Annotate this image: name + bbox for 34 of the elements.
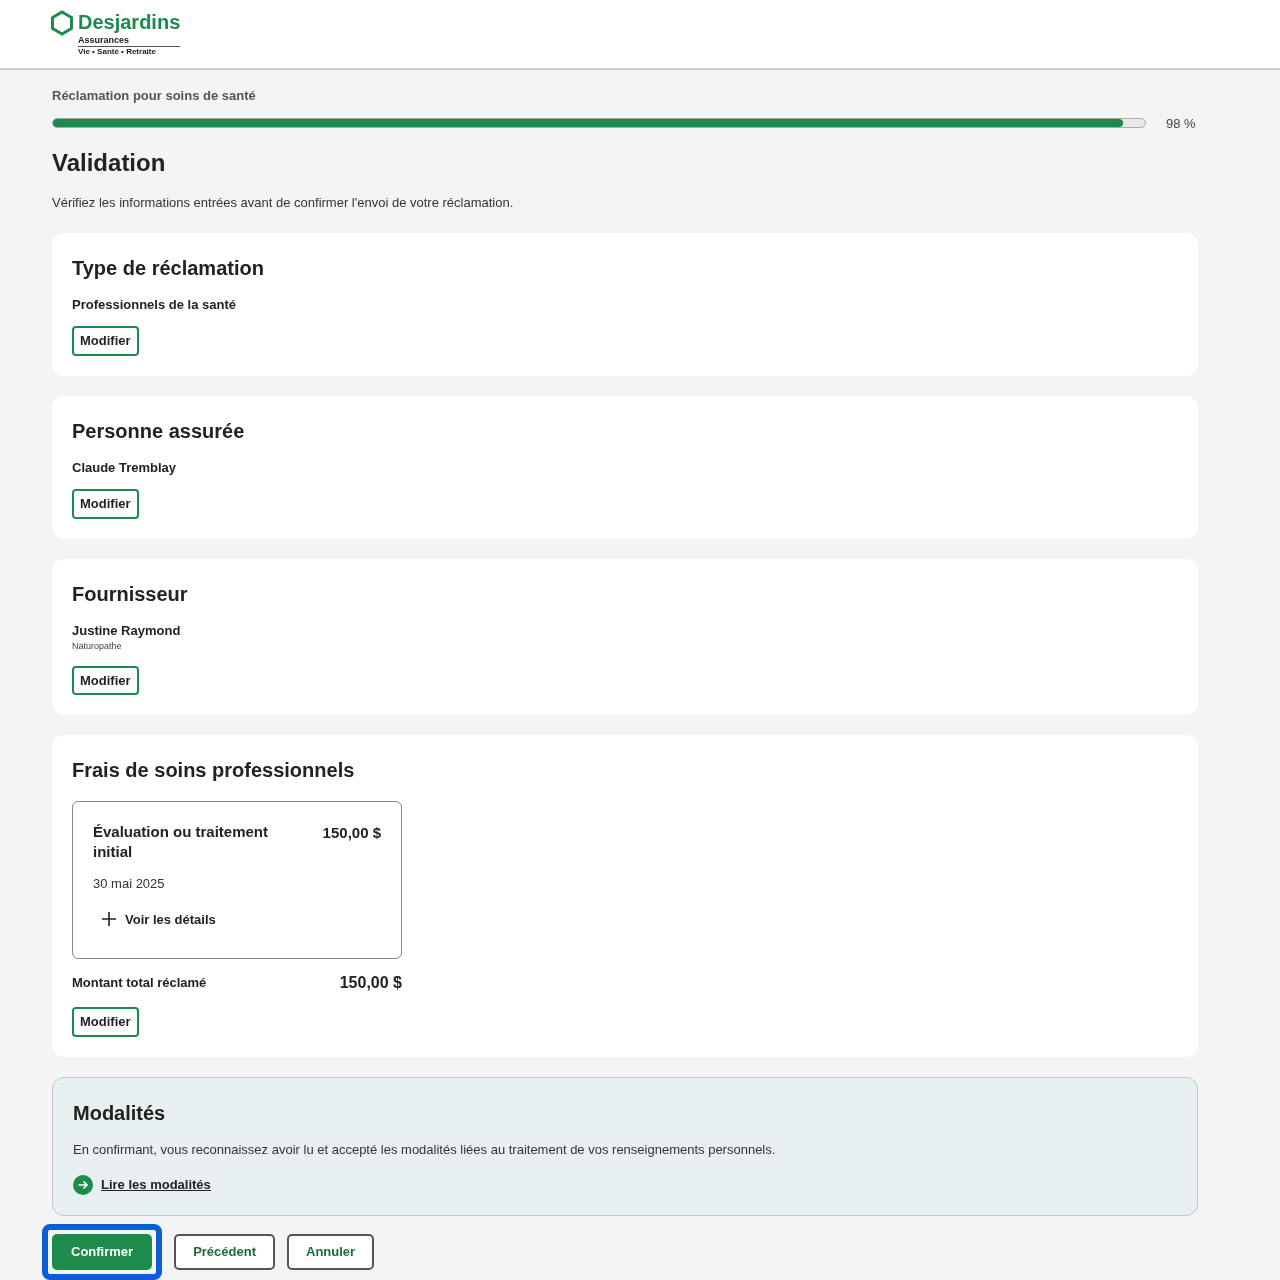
terms-text: En confirmant, vous reconnaissez avoir lu et accepté les modalités liées au traitement de vos renseignements personnels. <box>73 1140 777 1159</box>
section-title: Personne assurée <box>72 418 246 444</box>
section-title: Type de réclamation <box>72 255 265 281</box>
plus-icon <box>101 911 117 928</box>
section-value: Justine Raymond <box>72 621 182 640</box>
fee-name: Évaluation ou traitement initial <box>93 822 270 862</box>
confirm-button[interactable]: Confirmer <box>52 1234 153 1270</box>
progress-reading: 98 % <box>1166 114 1196 133</box>
action-button[interactable]: Annuler <box>287 1234 375 1270</box>
details-link[interactable]: Voir les détails <box>101 909 216 929</box>
arrow-right-icon <box>73 1175 93 1195</box>
total-label: Montant total réclamé <box>72 974 207 993</box>
total-amount: 150,00 $ <box>339 973 402 993</box>
logo-subtitle: Assurances <box>78 34 181 47</box>
logo-icon <box>50 10 74 36</box>
modify-button[interactable]: Modifier <box>72 1007 139 1037</box>
action-button[interactable]: Précédent <box>174 1234 275 1270</box>
section-subvalue: Naturopathe <box>72 640 123 653</box>
section-value: Professionnels de la santé <box>72 295 237 314</box>
modify-button[interactable]: Modifier <box>72 489 139 519</box>
fee-amount: 150,00 $ <box>322 823 381 843</box>
modify-button[interactable]: Modifier <box>72 665 139 695</box>
logo-tagline: Vie • Santé • Retraite <box>78 47 157 57</box>
section-value: Claude Tremblay <box>72 458 178 477</box>
modify-button[interactable]: Modifier <box>72 326 139 356</box>
terms-link[interactable]: Lire les modalités <box>101 1175 211 1195</box>
section-title: Frais de soins professionnels <box>72 758 356 783</box>
terms-title: Modalités <box>73 1100 167 1126</box>
page-title: Validation <box>52 148 167 178</box>
logo-name: Desjardins <box>78 10 181 34</box>
progress-label: Réclamation pour soins de santé <box>52 87 257 105</box>
intro-text: Vérifiez les informations entrées avant de confirmer l'envoi de votre réclamation. <box>52 194 515 212</box>
fee-date: 30 mai 2025 <box>93 875 166 893</box>
section-title: Fournisseur <box>72 581 189 607</box>
